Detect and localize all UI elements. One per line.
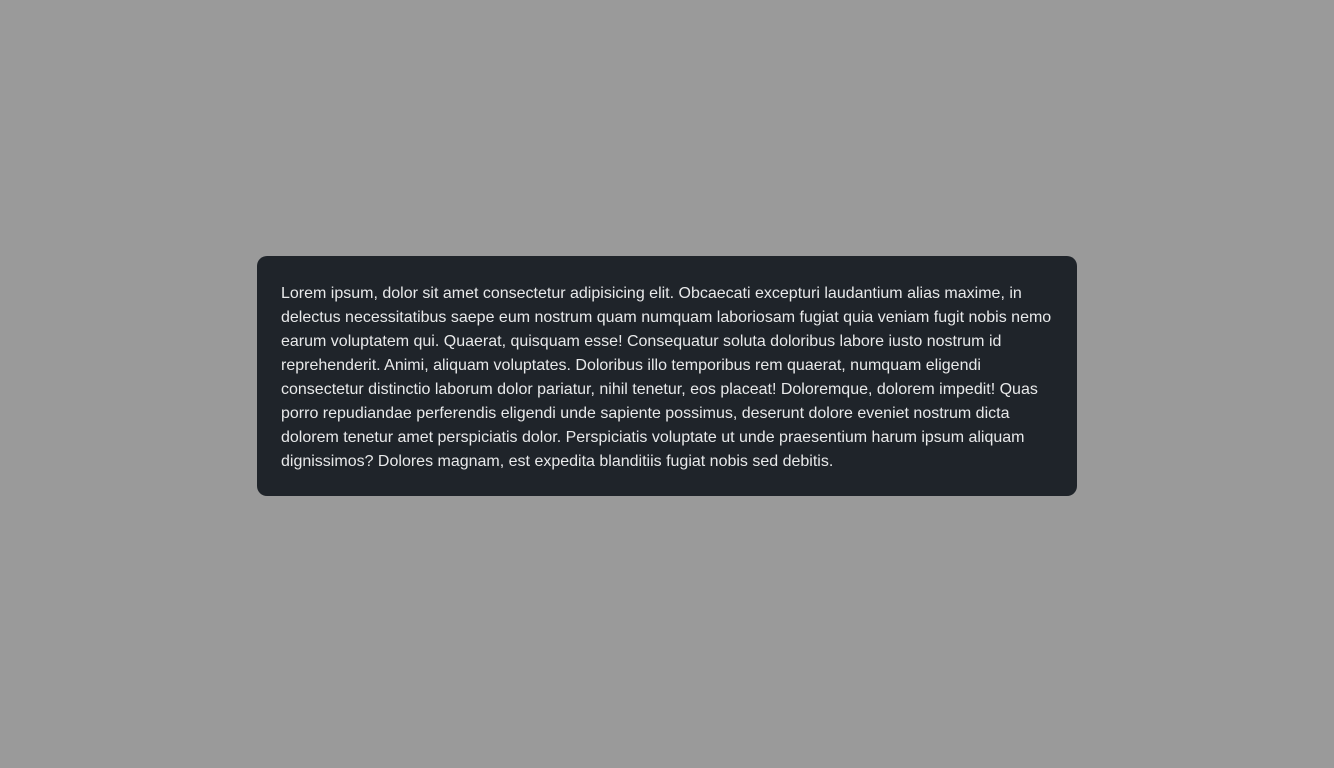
modal-dialog: Lorem ipsum, dolor sit amet consectetur … [257, 256, 1077, 496]
modal-body-text: Lorem ipsum, dolor sit amet consectetur … [281, 285, 1052, 470]
